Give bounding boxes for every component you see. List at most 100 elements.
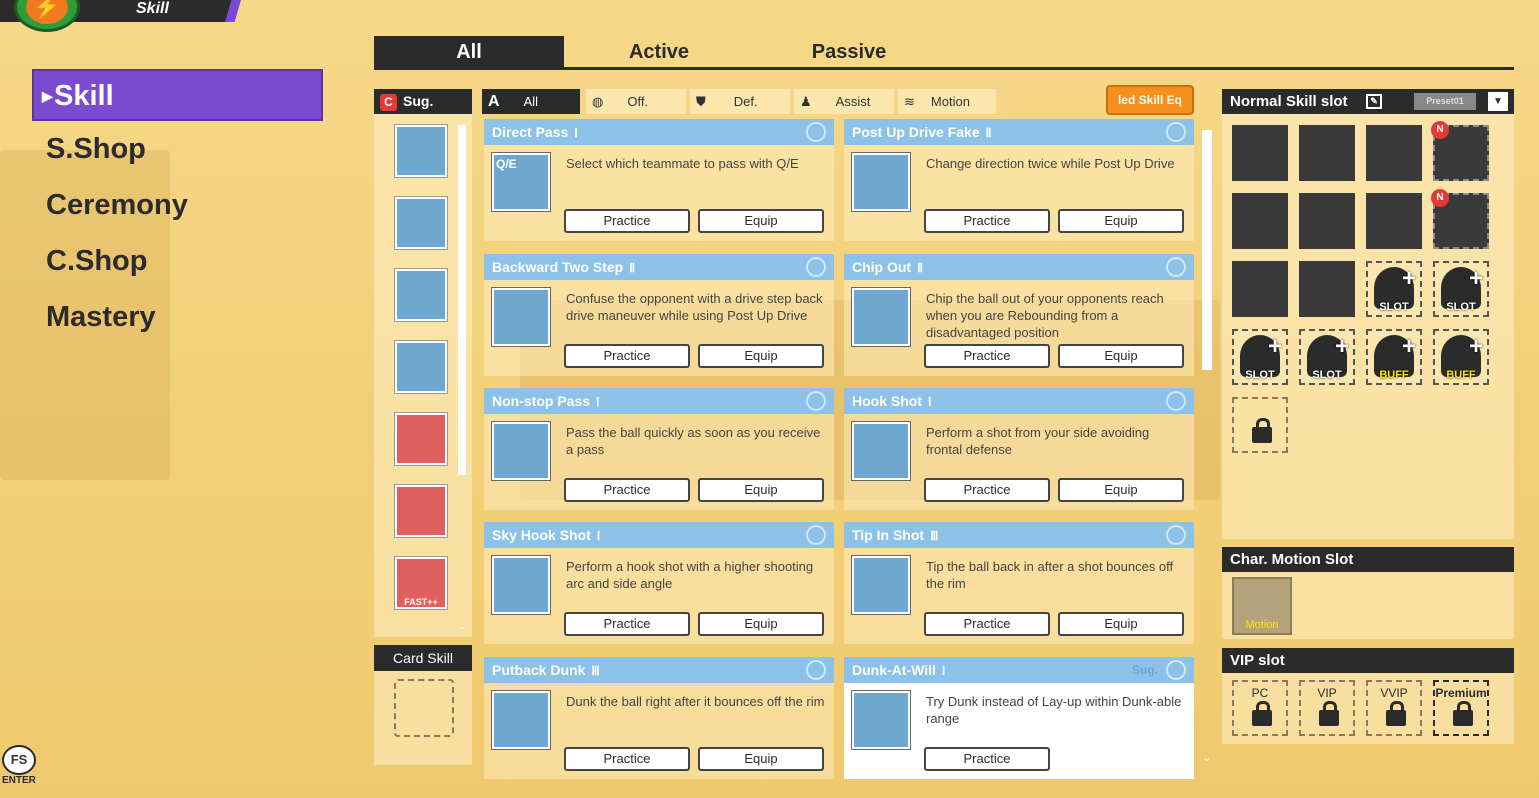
chat-button[interactable]: FS ENTER [2, 745, 48, 795]
add-slot-button[interactable]: + SLOT [1366, 261, 1422, 317]
tab-active[interactable]: Active [564, 36, 754, 67]
nav-mastery[interactable]: Mastery [32, 289, 323, 345]
practice-button[interactable]: Practice [924, 612, 1050, 636]
lightning-logo-icon: ⚡ [26, 0, 68, 24]
skill-card[interactable]: Hook Shot Ⅰ Perform a shot from your side… [844, 388, 1194, 510]
skill-card[interactable]: Non-stop Pass Ⅰ Pass the ball quickly as … [484, 388, 834, 510]
skill-image [852, 288, 910, 346]
pass-icon[interactable] [395, 125, 447, 177]
vip-slot-pc[interactable]: PC [1232, 680, 1288, 736]
skill-card[interactable]: Direct Pass Ⅰ Q/E Select which teammate t… [484, 119, 834, 241]
filter-all[interactable]: A All [482, 89, 580, 114]
skill-card[interactable]: Sky Hook Shot Ⅰ Perform a hook shot with … [484, 522, 834, 644]
fast-icon[interactable]: FAST++ [395, 557, 447, 609]
filter-bar: A All ◍ Off. ⛊ Def. ♟ Assist ≋ Motion led Ski… [482, 85, 1194, 115]
skill-level: Ⅱ [917, 261, 924, 275]
plus-icon: + [1401, 333, 1416, 360]
skill-slot[interactable] [1232, 193, 1288, 249]
filter-defense[interactable]: ⛊ Def. [690, 89, 790, 114]
nav-skill[interactable]: ▶ Skill [32, 69, 323, 121]
buff-label: BUFF [1446, 369, 1476, 381]
filter-offense[interactable]: ◍ Off. [586, 89, 686, 114]
skill-slot[interactable] [1299, 125, 1355, 181]
equip-button[interactable]: Equip [1058, 209, 1184, 233]
skill-slot[interactable]: N [1431, 189, 1489, 249]
skill-image [852, 153, 910, 211]
buff-slot-button[interactable]: + BUFF [1366, 329, 1422, 385]
equip-button[interactable]: Equip [698, 344, 824, 368]
filter-motion-label: Motion [930, 94, 970, 109]
add-slot-button[interactable]: + SLOT [1299, 329, 1355, 385]
assist-type-icon [806, 391, 826, 411]
preset-select[interactable]: Preset01 [1414, 93, 1476, 110]
motion-slot-title: Char. Motion Slot [1222, 547, 1514, 572]
equip-button[interactable]: Equip [1058, 612, 1184, 636]
drive-icon[interactable] [395, 269, 447, 321]
chevron-down-icon[interactable]: ▼ [1488, 92, 1508, 111]
practice-button[interactable]: Practice [924, 478, 1050, 502]
locked-slot[interactable] [1232, 397, 1288, 453]
practice-button[interactable]: Practice [564, 612, 690, 636]
equip-button[interactable]: Equip [1058, 478, 1184, 502]
equip-button[interactable]: Equip [698, 478, 824, 502]
filter-motion[interactable]: ≋ Motion [898, 89, 996, 114]
skill-card[interactable]: Chip Out Ⅱ Chip the ball out of your oppo… [844, 254, 1194, 376]
layup-icon[interactable] [395, 341, 447, 393]
practice-button[interactable]: Practice [564, 478, 690, 502]
practice-button[interactable]: Practice [564, 209, 690, 233]
skill-slot[interactable] [1232, 125, 1288, 181]
skill-slot[interactable] [1299, 193, 1355, 249]
rebound-icon[interactable] [395, 413, 447, 465]
practice-button[interactable]: Practice [564, 747, 690, 771]
practice-button[interactable]: Practice [924, 344, 1050, 368]
block-icon[interactable] [395, 485, 447, 537]
chevron-down-icon[interactable]: ⌄ [1202, 750, 1212, 764]
skill-card[interactable]: Dunk-At-Will Ⅰ Sug. Try Dunk instead of La… [844, 657, 1194, 779]
skill-image [852, 422, 910, 480]
equip-button[interactable]: Equip [1058, 344, 1184, 368]
tab-passive[interactable]: Passive [754, 36, 944, 67]
buff-slot-button[interactable]: + BUFF [1433, 329, 1489, 385]
practice-button[interactable]: Practice [924, 209, 1050, 233]
skill-slot[interactable]: N [1431, 121, 1489, 181]
basketball-type-icon [1166, 660, 1186, 680]
motion-slot[interactable]: Motion [1232, 577, 1292, 635]
chevron-down-icon[interactable]: ⌄ [458, 621, 466, 632]
equipped-skill-button[interactable]: led Skill Eq [1106, 85, 1194, 115]
skill-card[interactable]: Backward Two Step Ⅱ Confuse the opponent … [484, 254, 834, 376]
card-deck-icon[interactable] [394, 679, 454, 737]
skill-slot[interactable] [1366, 125, 1422, 181]
skill-card[interactable]: Tip In Shot Ⅲ Tip the ball back in after … [844, 522, 1194, 644]
equip-button[interactable]: Equip [698, 612, 824, 636]
practice-button[interactable]: Practice [924, 747, 1050, 771]
skill-slot[interactable] [1232, 261, 1288, 317]
skill-level: Ⅰ [596, 395, 600, 409]
dribble-icon[interactable] [395, 197, 447, 249]
normal-skill-slot-panel: Normal Skill slot ✎ Preset01 ▼ N N + SLOT… [1222, 89, 1514, 539]
filter-assist[interactable]: ♟ Assist [794, 89, 894, 114]
vip-slot-title: VIP slot [1222, 648, 1514, 673]
lock-icon [1252, 701, 1272, 726]
practice-button[interactable]: Practice [564, 344, 690, 368]
equip-button[interactable]: Equip [698, 209, 824, 233]
nav-sshop[interactable]: S.Shop [32, 121, 323, 177]
vip-slot-vip[interactable]: VIP [1299, 680, 1355, 736]
tab-all[interactable]: All [374, 36, 564, 67]
edit-icon[interactable]: ✎ [1366, 94, 1382, 109]
suggested-scrollbar[interactable] [458, 125, 466, 475]
nav-cshop[interactable]: C.Shop [32, 233, 323, 289]
add-slot-button[interactable]: + SLOT [1433, 261, 1489, 317]
skill-level: Ⅰ [574, 126, 578, 140]
vip-slot-vvip[interactable]: VVIP [1366, 680, 1422, 736]
vip-slot-premium[interactable]: Premium [1433, 680, 1489, 736]
skill-card[interactable]: Post Up Drive Fake Ⅱ Change direction twi… [844, 119, 1194, 241]
skill-slot[interactable] [1299, 261, 1355, 317]
nav-ceremony[interactable]: Ceremony [32, 177, 323, 233]
skill-list-scrollbar[interactable] [1202, 130, 1212, 370]
skill-card[interactable]: Putback Dunk Ⅲ Dunk the ball right after … [484, 657, 834, 779]
skill-name: Chip Out [852, 259, 912, 275]
skill-image [492, 422, 550, 480]
skill-slot[interactable] [1366, 193, 1422, 249]
add-slot-button[interactable]: + SLOT [1232, 329, 1288, 385]
equip-button[interactable]: Equip [698, 747, 824, 771]
